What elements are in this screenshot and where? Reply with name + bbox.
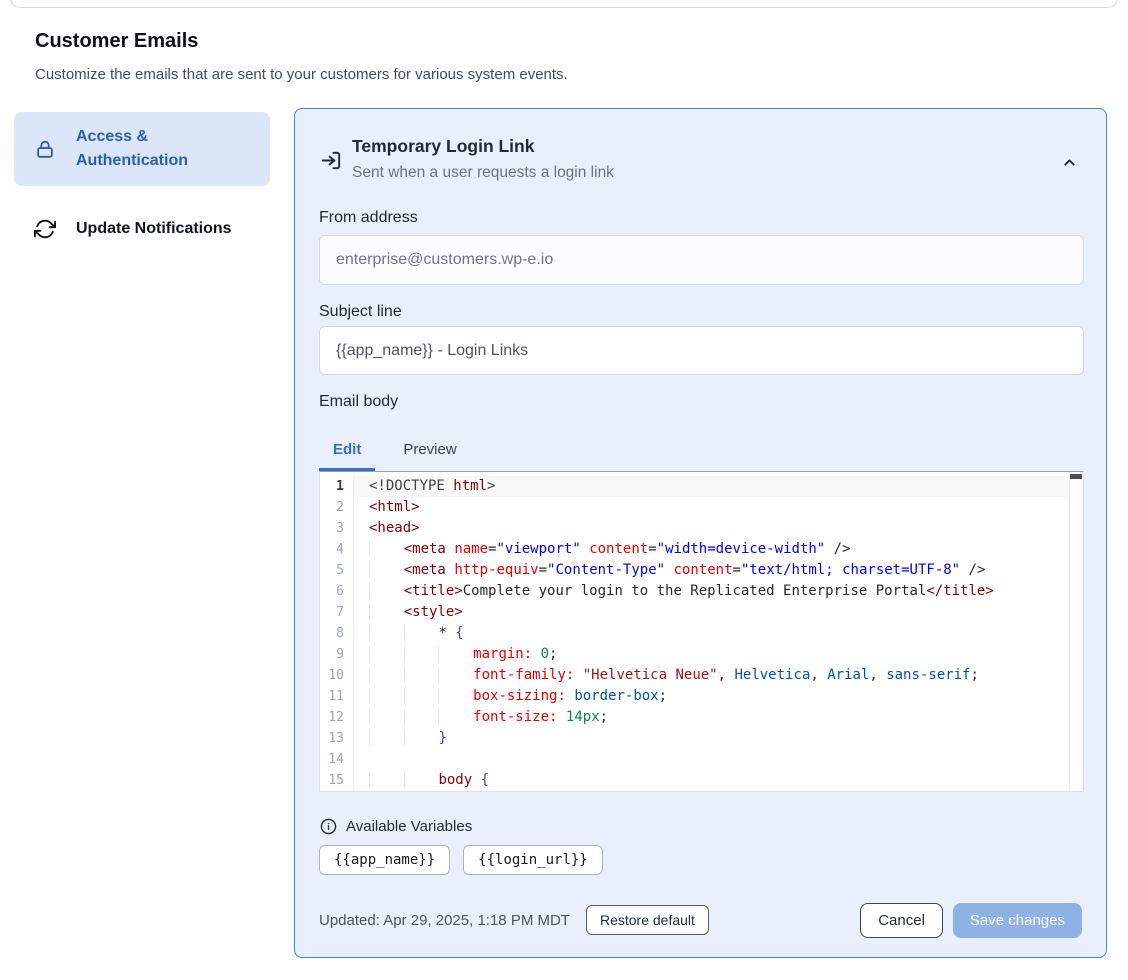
line-number: 4	[320, 539, 354, 560]
line-number: 7	[320, 602, 354, 623]
code-text: * {	[354, 623, 464, 644]
code-line[interactable]: 14	[320, 749, 1068, 770]
line-number: 14	[320, 749, 354, 770]
code-text: <html>	[354, 497, 420, 518]
line-number: 11	[320, 686, 354, 707]
cancel-button[interactable]: Cancel	[860, 903, 943, 938]
code-text: <meta http-equiv="Content-Type" content=…	[354, 560, 985, 581]
subject-line-input[interactable]	[319, 326, 1084, 375]
code-line[interactable]: 9 margin: 0;	[320, 644, 1068, 665]
line-number: 1	[320, 476, 354, 497]
code-line[interactable]: 13 }	[320, 728, 1068, 749]
code-line[interactable]: 16 background-color: #ffffff;	[320, 791, 1068, 792]
info-icon	[320, 818, 337, 835]
code-lines: 1<!DOCTYPE html>2<html>3<head>4 <meta na…	[320, 476, 1068, 792]
email-body-tabs: Edit Preview	[319, 431, 471, 471]
code-text: <meta name="viewport" content="width=dev…	[354, 539, 851, 560]
code-line[interactable]: 6 <title>Complete your login to the Repl…	[320, 581, 1068, 602]
line-number: 13	[320, 728, 354, 749]
code-text: <head>	[354, 518, 420, 539]
variable-chip[interactable]: {{app_name}}	[319, 845, 450, 875]
code-line[interactable]: 7 <style>	[320, 602, 1068, 623]
restore-default-button[interactable]: Restore default	[586, 905, 709, 935]
variable-chip[interactable]: {{login_url}}	[463, 845, 603, 875]
line-number: 3	[320, 518, 354, 539]
save-changes-button[interactable]: Save changes	[953, 903, 1082, 938]
line-number: 5	[320, 560, 354, 581]
refresh-icon	[14, 218, 76, 240]
line-number: 6	[320, 581, 354, 602]
code-line[interactable]: 10 font-family: "Helvetica Neue", Helvet…	[320, 665, 1068, 686]
code-line[interactable]: 8 * {	[320, 623, 1068, 644]
code-text: font-size: 14px;	[354, 707, 608, 728]
code-text: font-family: "Helvetica Neue", Helvetica…	[354, 665, 979, 686]
collapse-panel-button[interactable]	[1056, 149, 1082, 175]
sidebar-item-access-authentication[interactable]: Access & Authentication	[14, 112, 270, 186]
available-variables-label: Available Variables	[346, 818, 472, 835]
code-text: margin: 0;	[354, 644, 557, 665]
line-number: 12	[320, 707, 354, 728]
line-number: 15	[320, 770, 354, 791]
code-line[interactable]: 15 body {	[320, 770, 1068, 791]
page-title: Customer Emails	[35, 30, 198, 53]
code-line[interactable]: 11 box-sizing: border-box;	[320, 686, 1068, 707]
code-line[interactable]: 12 font-size: 14px;	[320, 707, 1068, 728]
lock-icon	[14, 138, 76, 160]
code-line[interactable]: 3<head>	[320, 518, 1068, 539]
updated-timestamp: Updated: Apr 29, 2025, 1:18 PM MDT	[319, 912, 570, 929]
customer-emails-page: Customer Emails Customize the emails tha…	[0, 0, 1128, 980]
code-text	[354, 749, 369, 770]
page-subtitle: Customize the emails that are sent to yo…	[35, 66, 568, 83]
line-number: 2	[320, 497, 354, 518]
tab-edit[interactable]: Edit	[319, 431, 375, 471]
code-line[interactable]: 5 <meta http-equiv="Content-Type" conten…	[320, 560, 1068, 581]
available-variables-row: Available Variables	[320, 818, 472, 835]
code-text: <style>	[354, 602, 463, 623]
panel-subtitle: Sent when a user requests a login link	[352, 164, 614, 182]
line-number: 8	[320, 623, 354, 644]
code-text: body {	[354, 770, 489, 791]
code-line[interactable]: 1<!DOCTYPE html>	[320, 476, 1068, 497]
log-in-icon	[320, 149, 343, 172]
line-number: 9	[320, 644, 354, 665]
panel-footer: Updated: Apr 29, 2025, 1:18 PM MDT Resto…	[319, 901, 1082, 939]
code-text: <title>Complete your login to the Replic…	[354, 581, 994, 602]
from-address-label: From address	[319, 209, 418, 227]
temporary-login-link-panel: Temporary Login Link Sent when a user re…	[294, 108, 1107, 958]
sidebar-item-label: Access & Authentication	[76, 125, 270, 173]
sidebar-item-update-notifications[interactable]: Update Notifications	[14, 205, 270, 253]
subject-line-label: Subject line	[319, 303, 402, 321]
previous-card-bottom-edge	[10, 0, 1118, 8]
code-text: box-sizing: border-box;	[354, 686, 667, 707]
line-number: 10	[320, 665, 354, 686]
line-number: 16	[320, 791, 354, 792]
editor-scrollbar-thumb[interactable]	[1070, 474, 1082, 479]
email-body-label: Email body	[319, 393, 398, 411]
code-line[interactable]: 4 <meta name="viewport" content="width=d…	[320, 539, 1068, 560]
editor-scrollbar-track[interactable]	[1069, 473, 1083, 791]
code-text: }	[354, 728, 447, 749]
panel-title: Temporary Login Link	[352, 136, 534, 157]
email-body-code-editor[interactable]: 1<!DOCTYPE html>2<html>3<head>4 <meta na…	[319, 471, 1084, 792]
code-line[interactable]: 2<html>	[320, 497, 1068, 518]
sidebar-item-label: Update Notifications	[76, 217, 246, 241]
code-text: <!DOCTYPE html>	[354, 476, 495, 497]
variable-chips: {{app_name}} {{login_url}}	[319, 845, 603, 875]
from-address-input[interactable]	[319, 235, 1084, 285]
code-text: background-color: #ffffff;	[354, 791, 692, 792]
tab-preview[interactable]: Preview	[389, 431, 470, 471]
chevron-up-icon	[1061, 154, 1078, 171]
